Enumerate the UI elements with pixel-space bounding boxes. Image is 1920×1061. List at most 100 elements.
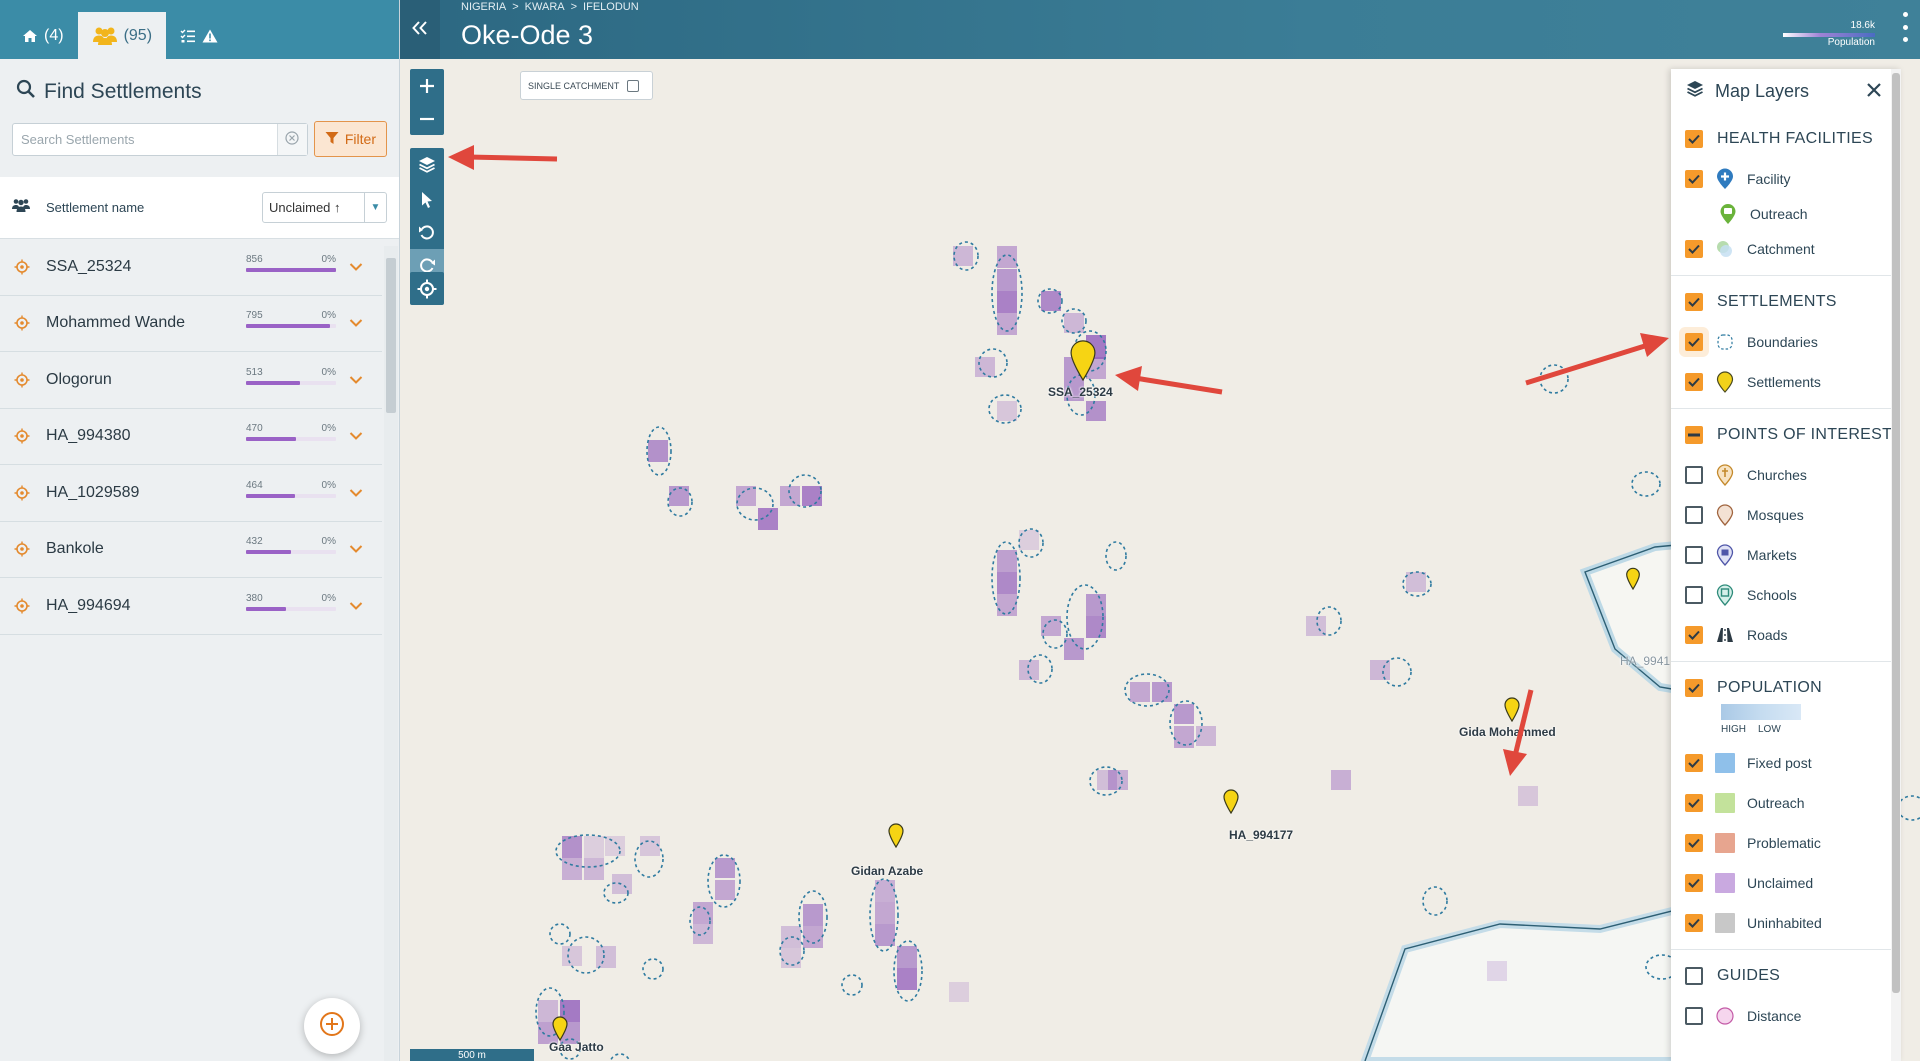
settlement-list-item[interactable]: Bankole 432 0% bbox=[0, 521, 382, 578]
list-scrollbar[interactable] bbox=[384, 246, 398, 1061]
poi-toggle[interactable]: POINTS OF INTEREST bbox=[1671, 415, 1901, 455]
check-icon[interactable] bbox=[1685, 794, 1703, 812]
check-icon[interactable] bbox=[1685, 834, 1703, 852]
settlements-toggle[interactable]: SETTLEMENTS bbox=[1671, 282, 1901, 322]
map-label-ha9941[interactable]: HA_9941 bbox=[1620, 654, 1670, 668]
layer-churches[interactable]: Churches bbox=[1671, 455, 1901, 495]
layers-scrollbar[interactable] bbox=[1891, 69, 1901, 1061]
add-button[interactable] bbox=[304, 998, 360, 1054]
check-icon[interactable] bbox=[1685, 130, 1703, 148]
population-toggle[interactable]: POPULATION bbox=[1671, 668, 1901, 708]
layer-settlements[interactable]: Settlements bbox=[1671, 362, 1901, 402]
expand-chevron-icon[interactable] bbox=[348, 315, 364, 331]
zoom-in-button[interactable] bbox=[410, 69, 444, 102]
settlement-name[interactable]: HA_994694 bbox=[46, 597, 246, 615]
check-icon[interactable] bbox=[1685, 754, 1703, 772]
expand-chevron-icon[interactable] bbox=[348, 485, 364, 501]
expand-chevron-icon[interactable] bbox=[348, 428, 364, 444]
single-catchment-checkbox[interactable] bbox=[627, 79, 640, 92]
layer-facility[interactable]: Facility bbox=[1671, 159, 1901, 199]
layer-outreach-facility[interactable]: Outreach bbox=[1671, 199, 1901, 229]
list-scrollbar-thumb[interactable] bbox=[386, 258, 396, 413]
zoom-out-button[interactable] bbox=[410, 102, 444, 135]
locate-settlement-icon[interactable] bbox=[14, 259, 30, 275]
expand-chevron-icon[interactable] bbox=[348, 259, 364, 275]
layer-unclaimed[interactable]: Unclaimed bbox=[1671, 863, 1901, 903]
expand-chevron-icon[interactable] bbox=[348, 541, 364, 557]
checkbox-empty-icon[interactable] bbox=[1685, 546, 1703, 564]
health-facilities-toggle[interactable]: HEALTH FACILITIES bbox=[1671, 119, 1901, 159]
check-icon[interactable] bbox=[1685, 626, 1703, 644]
breadcrumb-state[interactable]: KWARA bbox=[525, 1, 565, 13]
map-label-ssa[interactable]: SSA_25324 bbox=[1048, 385, 1113, 399]
checkbox-empty-icon[interactable] bbox=[1685, 466, 1703, 484]
collapse-sidebar-button[interactable] bbox=[400, 0, 440, 59]
checkbox-empty-icon[interactable] bbox=[1685, 586, 1703, 604]
tab-facilities[interactable]: (4) bbox=[8, 12, 78, 59]
close-layers-button[interactable] bbox=[1867, 80, 1881, 103]
check-icon[interactable] bbox=[1685, 293, 1703, 311]
locate-settlement-icon[interactable] bbox=[14, 315, 30, 331]
layer-pop-outreach[interactable]: Outreach bbox=[1671, 783, 1901, 823]
layer-distance[interactable]: Distance bbox=[1671, 996, 1901, 1036]
check-icon[interactable] bbox=[1685, 874, 1703, 892]
filter-button[interactable]: Filter bbox=[313, 121, 387, 157]
layer-boundaries[interactable]: Boundaries bbox=[1671, 322, 1901, 362]
search-input[interactable] bbox=[13, 123, 307, 155]
settlement-list-item[interactable]: SSA_25324 856 0% bbox=[0, 239, 382, 296]
layer-markets[interactable]: Markets bbox=[1671, 535, 1901, 575]
check-icon[interactable] bbox=[1685, 333, 1703, 351]
settlement-list-item[interactable]: HA_994694 380 0% bbox=[0, 578, 382, 635]
layer-mosques[interactable]: Mosques bbox=[1671, 495, 1901, 535]
locate-settlement-icon[interactable] bbox=[14, 372, 30, 388]
map-label-gidan-azabe[interactable]: Gidan Azabe bbox=[851, 864, 923, 878]
locate-settlement-icon[interactable] bbox=[14, 598, 30, 614]
map-layers-button[interactable] bbox=[410, 148, 444, 181]
locate-settlement-icon[interactable] bbox=[14, 541, 30, 557]
select-tool-button[interactable] bbox=[410, 183, 444, 216]
sort-select[interactable]: Unclaimed ↑ ▼ bbox=[262, 192, 387, 223]
breadcrumb-country[interactable]: NIGERIA bbox=[461, 1, 506, 13]
checkbox-empty-icon[interactable] bbox=[1685, 1007, 1703, 1025]
layer-catchment[interactable]: Catchment bbox=[1671, 229, 1901, 269]
checkbox-empty-icon[interactable] bbox=[1685, 506, 1703, 524]
layer-uninhabited[interactable]: Uninhabited bbox=[1671, 903, 1901, 943]
settlement-name[interactable]: HA_1029589 bbox=[46, 484, 246, 502]
check-icon[interactable] bbox=[1685, 240, 1703, 258]
expand-chevron-icon[interactable] bbox=[348, 372, 364, 388]
settlement-name[interactable]: Ologorun bbox=[46, 371, 246, 389]
settlement-list-item[interactable]: Mohammed Wande 795 0% bbox=[0, 295, 382, 352]
map-label-gida-mohammed[interactable]: Gida Mohammed bbox=[1459, 725, 1556, 739]
layer-problematic[interactable]: Problematic bbox=[1671, 823, 1901, 863]
settlement-name[interactable]: SSA_25324 bbox=[46, 258, 246, 276]
settlement-list-item[interactable]: Ologorun 513 0% bbox=[0, 352, 382, 409]
settlement-list-item[interactable]: HA_994380 470 0% bbox=[0, 408, 382, 465]
settlement-name[interactable]: HA_994380 bbox=[46, 427, 246, 445]
expand-chevron-icon[interactable] bbox=[348, 598, 364, 614]
check-icon[interactable] bbox=[1685, 373, 1703, 391]
tab-settlements[interactable]: (95) bbox=[77, 12, 167, 59]
settlement-name[interactable]: Mohammed Wande bbox=[46, 314, 246, 332]
check-icon[interactable] bbox=[1685, 679, 1703, 697]
check-icon[interactable] bbox=[1685, 914, 1703, 932]
check-icon[interactable] bbox=[1685, 170, 1703, 188]
guides-toggle[interactable]: GUIDES bbox=[1671, 956, 1901, 996]
map-label-gaa-jatto[interactable]: Gaa Jatto bbox=[549, 1040, 604, 1054]
map-label-ha994177[interactable]: HA_994177 bbox=[1229, 828, 1293, 842]
locate-button[interactable] bbox=[410, 272, 444, 305]
tab-checklist[interactable] bbox=[166, 12, 232, 59]
checkbox-empty-icon[interactable] bbox=[1685, 967, 1703, 985]
layer-schools[interactable]: Schools bbox=[1671, 575, 1901, 615]
settlement-list-item[interactable]: HA_1029589 464 0% bbox=[0, 465, 382, 522]
locate-settlement-icon[interactable] bbox=[14, 428, 30, 444]
single-catchment-toggle[interactable]: SINGLE CATCHMENT bbox=[520, 71, 653, 100]
layers-scrollbar-thumb[interactable] bbox=[1892, 73, 1900, 993]
breadcrumb-lga[interactable]: IFELODUN bbox=[583, 1, 639, 13]
layer-fixed-post[interactable]: Fixed post bbox=[1671, 743, 1901, 783]
clear-search-button[interactable] bbox=[276, 123, 307, 155]
settlement-name[interactable]: Bankole bbox=[46, 540, 246, 558]
indeterminate-icon[interactable] bbox=[1685, 426, 1703, 444]
more-menu-button[interactable] bbox=[1898, 12, 1912, 42]
locate-settlement-icon[interactable] bbox=[14, 485, 30, 501]
layer-roads[interactable]: Roads bbox=[1671, 615, 1901, 655]
